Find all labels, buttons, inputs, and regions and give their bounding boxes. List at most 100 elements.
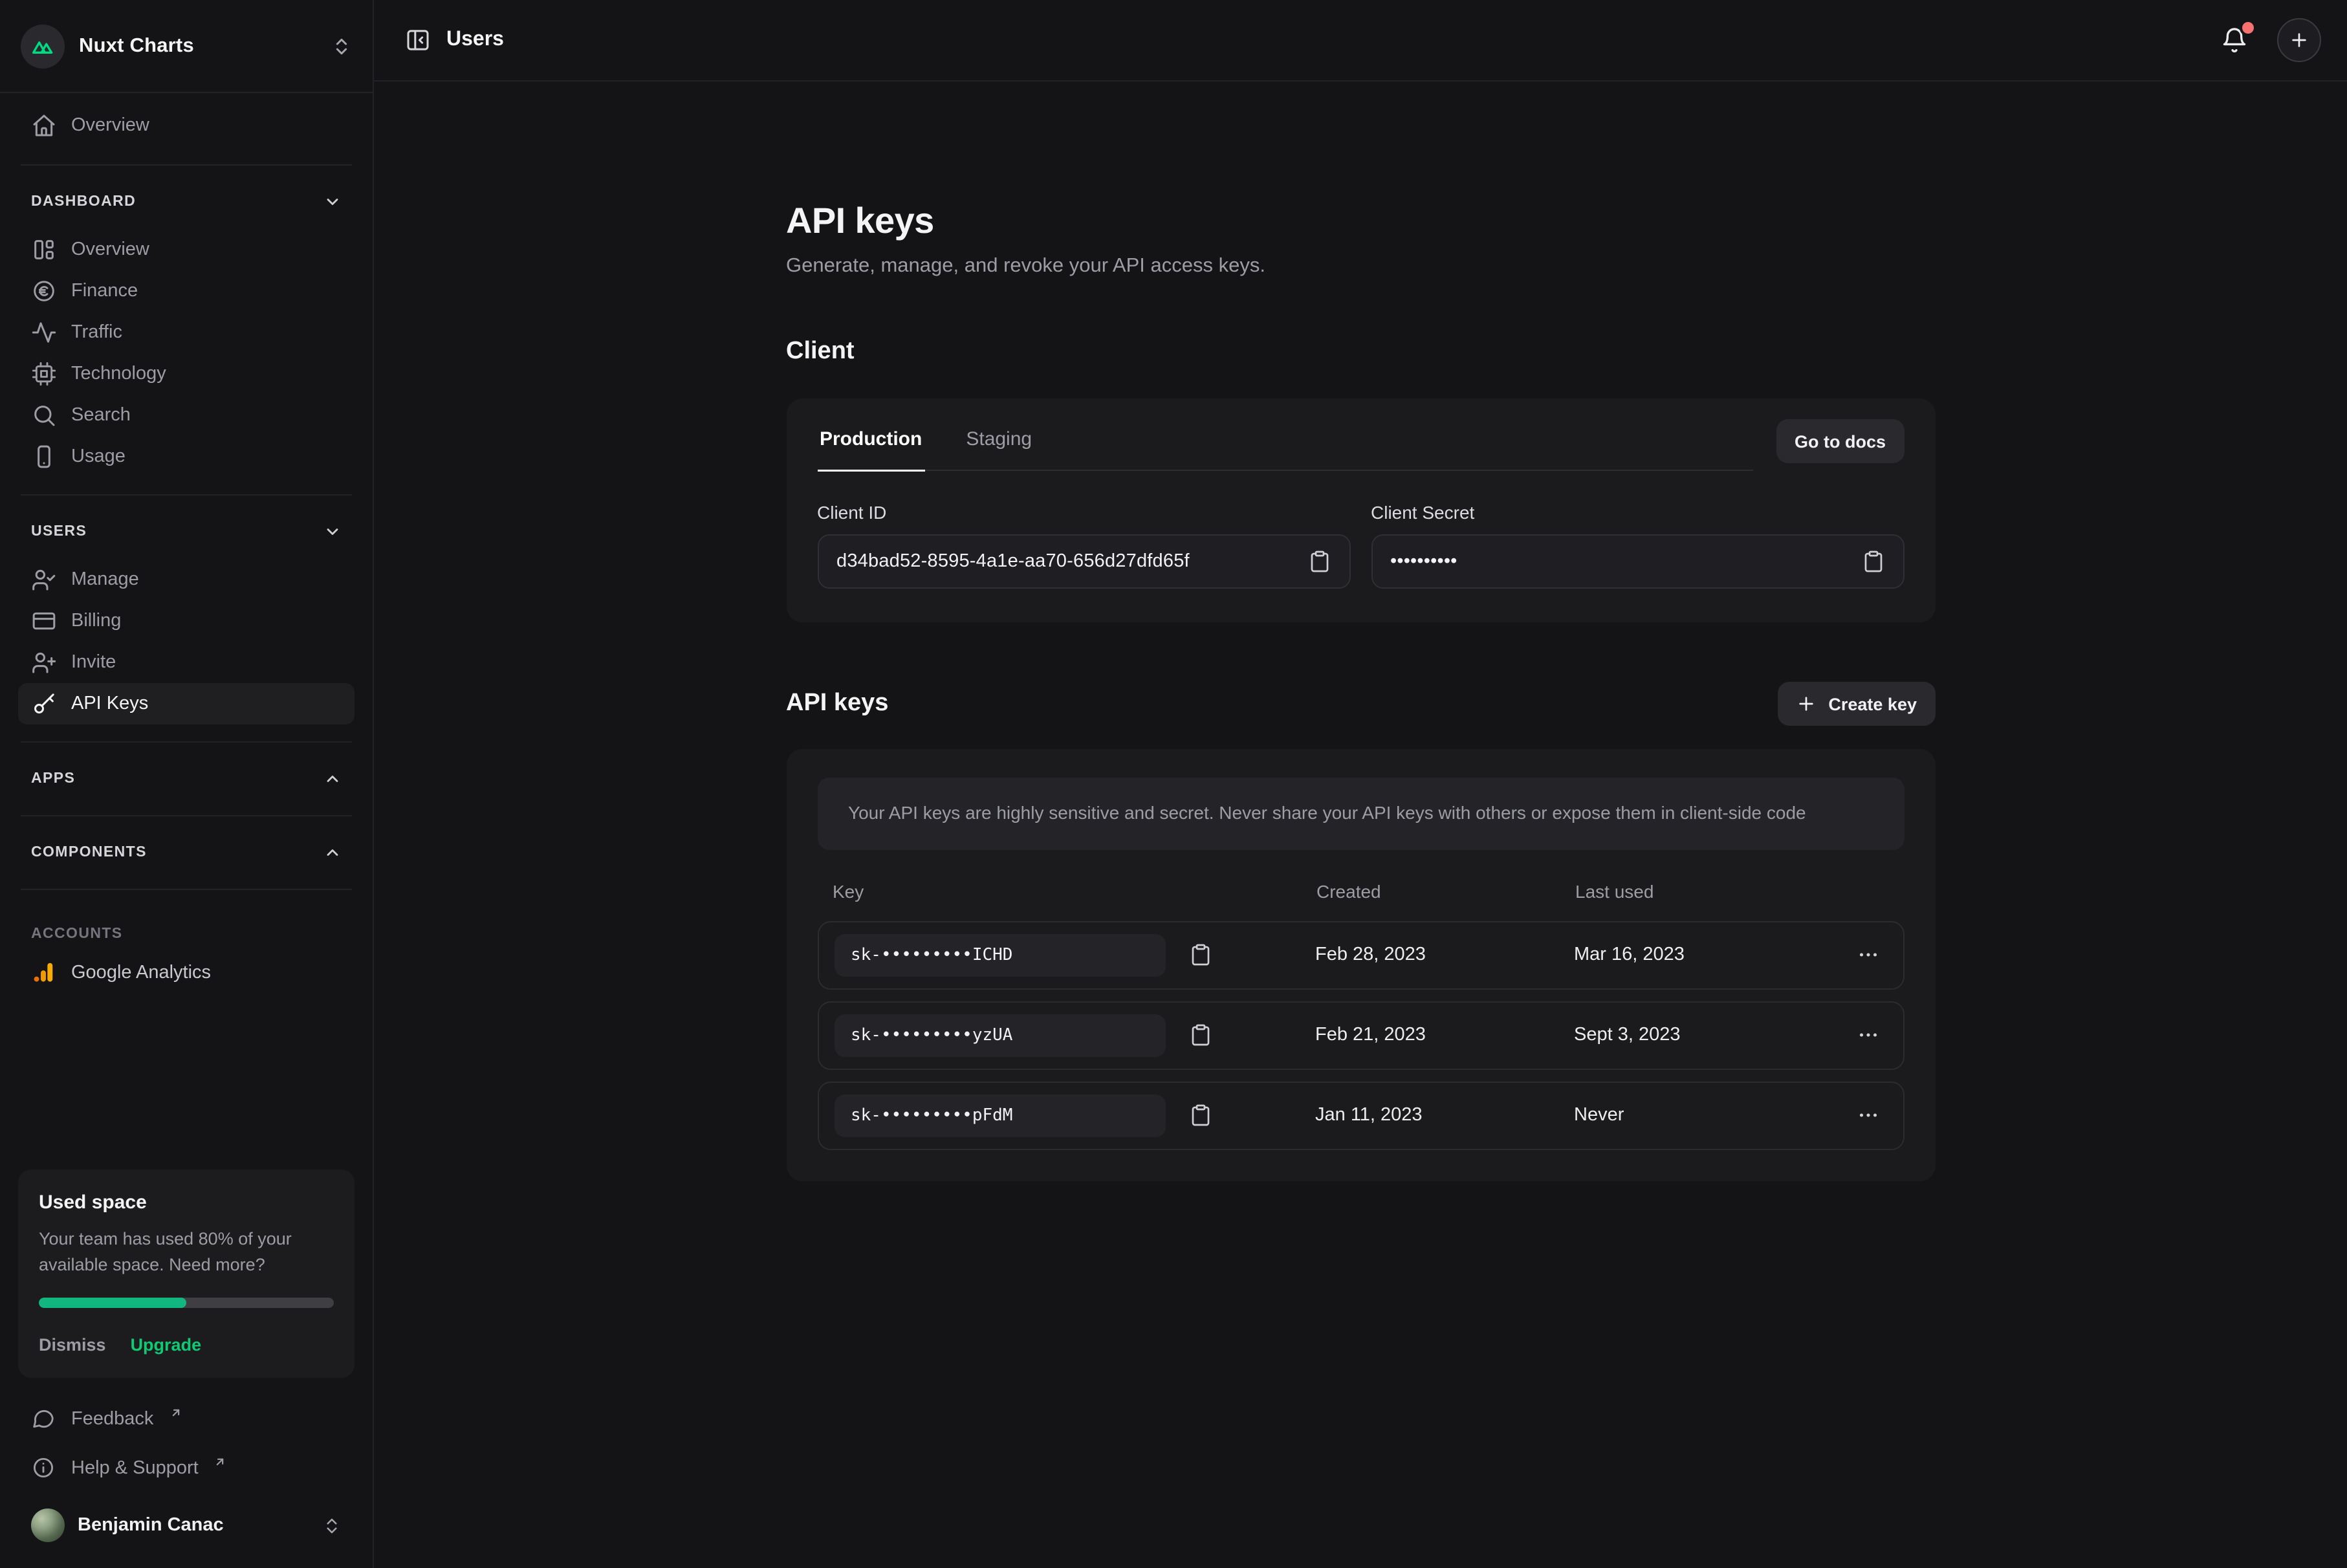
user-name: Benjamin Canac	[78, 1515, 309, 1536]
sidebar-group-components[interactable]: COMPONENTS	[18, 833, 355, 872]
client-id-input[interactable]	[836, 551, 1307, 572]
group-label: COMPONENTS	[31, 845, 147, 860]
dismiss-button[interactable]: Dismiss	[39, 1335, 106, 1355]
chevron-down-icon	[323, 523, 342, 541]
row-actions-button[interactable]	[1856, 1100, 1887, 1131]
tab-production[interactable]: Production	[817, 419, 924, 470]
copy-key-button[interactable]	[1188, 942, 1214, 968]
sidebar-item-label: Invite	[71, 652, 116, 673]
user-menu[interactable]: Benjamin Canac	[18, 1496, 355, 1555]
client-secret-label: Client Secret	[1371, 502, 1904, 523]
copy-client-id-button[interactable]	[1307, 549, 1333, 574]
sidebar-item-label: Help & Support	[71, 1458, 199, 1479]
message-circle-icon	[31, 1406, 57, 1432]
layout-dashboard-icon	[31, 237, 57, 263]
nuxt-logo-icon	[30, 33, 56, 59]
sidebar-item-label: Feedback	[71, 1409, 153, 1430]
clipboard-icon	[1861, 550, 1884, 573]
api-keys-heading: API keys	[786, 690, 888, 718]
add-button[interactable]	[2277, 18, 2321, 62]
sidebar-item-label: Technology	[71, 364, 166, 384]
sidebar-item-label: Overview	[71, 239, 149, 260]
column-created: Created	[1316, 880, 1575, 901]
sidebar-item-api-keys[interactable]: API Keys	[18, 683, 355, 724]
panel-left-close-icon	[405, 27, 431, 53]
external-link-icon	[169, 1406, 182, 1419]
api-keys-section-header: API keys Create key	[786, 682, 1935, 726]
created-cell: Feb 21, 2023	[1315, 1025, 1574, 1045]
sidebar-group-apps[interactable]: APPS	[18, 759, 355, 798]
sidebar-item-google-analytics[interactable]: Google Analytics	[18, 951, 355, 995]
page-title: API keys	[786, 201, 1935, 242]
chevron-up-icon	[323, 844, 342, 862]
api-key-value: sk-•••••••••pFdM	[834, 1094, 1165, 1137]
activity-icon	[31, 320, 57, 345]
page-breadcrumb-title: Users	[446, 28, 504, 52]
created-cell: Jan 11, 2023	[1315, 1105, 1574, 1126]
copy-client-secret-button[interactable]	[1861, 549, 1887, 574]
client-fields: Client ID Client Secret	[817, 502, 1904, 589]
sidebar-item-finance[interactable]: Finance	[18, 270, 355, 312]
sidebar-group-dashboard[interactable]: DASHBOARD	[18, 182, 355, 221]
used-space-description: Your team has used 80% of your available…	[39, 1226, 334, 1278]
credit-card-icon	[31, 608, 57, 634]
sidebar-group-users[interactable]: USERS	[18, 512, 355, 551]
notification-dot	[2242, 22, 2254, 34]
workspace-name: Nuxt Charts	[79, 34, 317, 58]
sidebar-item-usage[interactable]: Usage	[18, 436, 355, 477]
sidebar: Nuxt Charts Overview DASHBOARD	[0, 0, 374, 1568]
client-section-heading: Client	[786, 338, 1935, 366]
create-key-button[interactable]: Create key	[1778, 682, 1935, 726]
last-used-cell: Mar 16, 2023	[1574, 944, 1848, 965]
group-label: DASHBOARD	[31, 194, 136, 210]
row-actions-button[interactable]	[1856, 1019, 1887, 1051]
sidebar-item-technology[interactable]: Technology	[18, 353, 355, 395]
smartphone-icon	[31, 444, 57, 470]
topbar-actions	[2220, 18, 2321, 62]
key-cell: sk-•••••••••yzUA	[834, 1014, 1315, 1056]
row-actions-button[interactable]	[1856, 939, 1887, 970]
used-space-card: Used space Your team has used 80% of you…	[18, 1169, 355, 1378]
api-key-row: sk-•••••••••pFdM Jan 11, 2023 Never	[817, 1081, 1904, 1149]
sidebar-item-label: Google Analytics	[71, 963, 211, 983]
clipboard-icon	[1307, 550, 1331, 573]
sidebar-item-search[interactable]: Search	[18, 395, 355, 436]
sidebar-item-overview[interactable]: Overview	[18, 103, 355, 147]
divider	[21, 889, 352, 890]
plus-icon	[2289, 30, 2309, 50]
sidebar-item-dashboard-overview[interactable]: Overview	[18, 229, 355, 270]
used-space-title: Used space	[39, 1191, 334, 1213]
home-icon	[31, 113, 57, 138]
used-space-progressbar	[39, 1298, 334, 1308]
page-subtitle: Generate, manage, and revoke your API ac…	[786, 255, 1935, 278]
go-to-docs-button[interactable]: Go to docs	[1776, 419, 1904, 463]
copy-key-button[interactable]	[1188, 1102, 1214, 1128]
client-id-inputbox	[817, 534, 1350, 589]
sidebar-item-manage[interactable]: Manage	[18, 559, 355, 600]
sidebar-collapse-button[interactable]	[400, 22, 436, 58]
spacer	[18, 995, 355, 1159]
sidebar-item-billing[interactable]: Billing	[18, 600, 355, 642]
app-window: Nuxt Charts Overview DASHBOARD	[0, 0, 2347, 1568]
google-analytics-icon	[31, 960, 57, 986]
upgrade-button[interactable]: Upgrade	[131, 1335, 202, 1355]
key-cell: sk-•••••••••pFdM	[834, 1094, 1315, 1137]
sidebar-item-feedback[interactable]: Feedback	[18, 1395, 355, 1444]
copy-key-button[interactable]	[1188, 1022, 1214, 1048]
sidebar-item-help-support[interactable]: Help & Support	[18, 1444, 355, 1493]
search-icon	[31, 402, 57, 428]
api-key-value: sk-•••••••••yzUA	[834, 1014, 1165, 1056]
last-used-cell: Never	[1574, 1105, 1848, 1126]
cpu-chip-icon	[31, 361, 57, 387]
ellipsis-icon	[1856, 943, 1879, 966]
client-secret-input[interactable]	[1390, 551, 1861, 572]
notifications-button[interactable]	[2220, 23, 2254, 57]
client-secret-inputbox	[1371, 534, 1904, 589]
page-content: API keys Generate, manage, and revoke yo…	[374, 82, 2347, 1568]
workspace-switcher[interactable]: Nuxt Charts	[0, 0, 373, 93]
api-keys-card: Your API keys are highly sensitive and s…	[786, 749, 1935, 1181]
sidebar-item-traffic[interactable]: Traffic	[18, 312, 355, 353]
main-area: Users API keys Generate, manage, and rev…	[374, 0, 2347, 1568]
sidebar-item-invite[interactable]: Invite	[18, 642, 355, 683]
tab-staging[interactable]: Staging	[963, 419, 1034, 470]
